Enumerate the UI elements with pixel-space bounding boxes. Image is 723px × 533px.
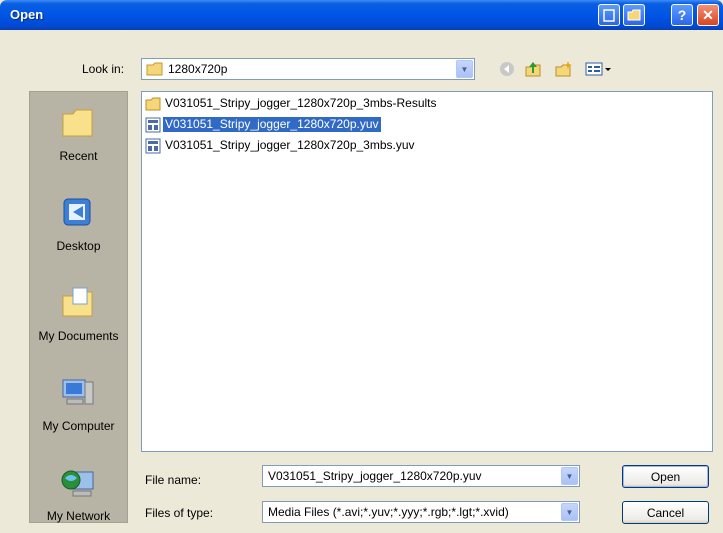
chevron-down-icon[interactable]: ▼: [456, 60, 473, 78]
file-name-value: V031051_Stripy_jogger_1280x720p.yuv: [268, 469, 482, 483]
file-type-label: Files of type:: [145, 506, 214, 520]
help-button[interactable]: ?: [671, 4, 693, 26]
up-folder-icon: [525, 62, 541, 77]
up-folder-button[interactable]: [522, 58, 544, 80]
file-name-label-static: File name:: [145, 473, 202, 487]
place-recent[interactable]: Recent: [30, 94, 127, 178]
view-menu-button[interactable]: [582, 58, 616, 80]
folder-icon: [146, 62, 163, 76]
place-my-computer[interactable]: My Computer: [30, 364, 127, 448]
chevron-down-icon[interactable]: ▼: [561, 503, 578, 521]
file-name-label: V031051_Stripy_jogger_1280x720p_3mbs-Res…: [165, 96, 437, 110]
file-name-input[interactable]: V031051_Stripy_jogger_1280x720p.yuv ▼: [262, 465, 580, 487]
back-button[interactable]: [496, 58, 518, 80]
open-button[interactable]: Open: [622, 465, 709, 488]
place-my-documents[interactable]: My Documents: [30, 274, 127, 358]
media-file-icon: [145, 117, 161, 132]
new-folder-icon: [555, 61, 572, 77]
recent-folder-icon: [62, 109, 93, 137]
document-icon-button[interactable]: [598, 4, 620, 26]
media-file-icon: [145, 138, 161, 153]
help-icon: ?: [677, 7, 687, 23]
view-menu-icon: [585, 62, 611, 76]
list-item-selected[interactable]: V031051_Stripy_jogger_1280x720p.yuv: [145, 116, 381, 133]
window-title: Open: [10, 7, 44, 22]
list-item[interactable]: V031051_Stripy_jogger_1280x720p_3mbs-Res…: [145, 95, 439, 112]
look-in-label: Look in:: [82, 62, 125, 76]
list-item[interactable]: V031051_Stripy_jogger_1280x720p_3mbs.yuv: [145, 137, 417, 154]
places-bar: Recent Desktop My Documents My Computer …: [29, 91, 128, 523]
cancel-button[interactable]: Cancel: [622, 501, 709, 524]
place-my-network[interactable]: My Network: [30, 454, 127, 533]
my-network-icon: [61, 470, 94, 497]
file-type-value: Media Files (*.avi;*.yuv;*.yyy;*.rgb;*.l…: [268, 505, 509, 519]
file-name-label: V031051_Stripy_jogger_1280x720p.yuv: [163, 117, 381, 132]
place-label: My Network: [46, 509, 111, 523]
place-label: My Computer: [42, 419, 115, 433]
document-icon: [603, 8, 615, 22]
title-bar[interactable]: Open ? ✕: [0, 0, 723, 30]
folder-icon: [145, 97, 161, 110]
new-folder-button[interactable]: [552, 58, 574, 80]
place-label: Recent: [59, 149, 98, 163]
my-documents-icon: [62, 287, 93, 317]
chevron-down-icon[interactable]: ▼: [561, 467, 578, 485]
look-in-dropdown[interactable]: 1280x720p ▼: [141, 58, 475, 80]
place-label: Desktop: [56, 239, 101, 253]
file-name-label: V031051_Stripy_jogger_1280x720p_3mbs.yuv: [165, 138, 415, 152]
desktop-icon: [63, 198, 91, 226]
folder-icon: [627, 9, 641, 21]
close-button[interactable]: ✕: [697, 4, 719, 26]
file-list[interactable]: V031051_Stripy_jogger_1280x720p_3mbs-Res…: [141, 91, 713, 452]
close-icon: ✕: [702, 6, 714, 23]
place-desktop[interactable]: Desktop: [30, 184, 127, 268]
my-computer-icon: [62, 379, 94, 405]
file-type-dropdown[interactable]: Media Files (*.avi;*.yuv;*.yyy;*.rgb;*.l…: [262, 501, 580, 523]
look-in-value: 1280x720p: [168, 62, 228, 76]
back-arrow-icon: [500, 62, 514, 76]
place-label: My Documents: [38, 329, 119, 343]
folder-icon-button[interactable]: [623, 4, 645, 26]
